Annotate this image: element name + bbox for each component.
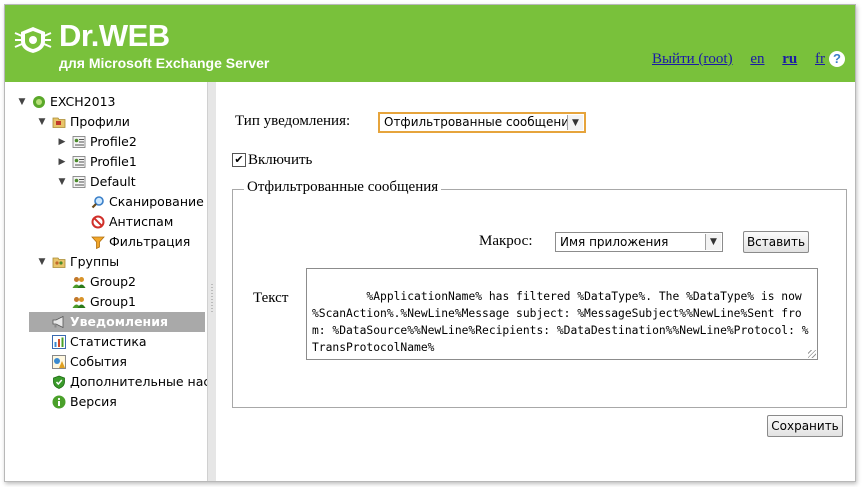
server-icon <box>33 96 45 108</box>
tree-item-profile2[interactable]: ▶ Profile2 <box>5 132 205 152</box>
tree-item-profile1[interactable]: ▶ Profile1 <box>5 152 205 172</box>
notification-type-value: Отфильтрованные сообщения <box>384 115 577 129</box>
sidebar-tree: ▼ EXCH2013 ▼ Профили ▶ Profile2 ▶ Profil… <box>5 82 218 481</box>
tree-item-notifications[interactable]: Уведомления <box>29 312 205 332</box>
tree-item-scanning[interactable]: Сканирование <box>5 192 205 212</box>
filtered-messages-group: Отфильтрованные сообщения Макрос: Имя пр… <box>232 179 847 408</box>
folder-icon <box>52 117 66 128</box>
group-icon <box>72 297 86 308</box>
statistics-icon <box>52 335 66 349</box>
tree-item-label: Дополнительные наст <box>70 374 218 389</box>
enable-label: Включить <box>248 152 313 168</box>
tree-item-label: Группы <box>70 254 120 269</box>
sidebar-splitter[interactable] <box>207 82 216 481</box>
splitter-grip-icon[interactable] <box>211 284 213 314</box>
tree-item-antispam[interactable]: Антиспам <box>5 212 205 232</box>
tree-item-group1[interactable]: Group1 <box>5 292 205 312</box>
tree-item-label: События <box>70 354 127 369</box>
logout-link[interactable]: Выйти (root) <box>652 51 733 67</box>
tree-item-label: Group2 <box>90 274 137 289</box>
notifications-panel: Тип уведомления: Отфильтрованные сообщен… <box>216 82 855 481</box>
tree-item-groups[interactable]: ▼ Группы <box>5 252 205 272</box>
header-bar: Dr.WEB для Microsoft Exchange Server Вый… <box>5 5 855 82</box>
tree-item-label: Версия <box>70 394 117 409</box>
macro-select[interactable]: Имя приложения ▼ <box>555 232 723 252</box>
shield-icon <box>53 375 65 389</box>
groups-folder-icon <box>52 257 66 268</box>
scan-icon <box>91 196 104 209</box>
tree-item-label: Сканирование <box>109 194 204 209</box>
brand-title: Dr.WEB <box>59 18 170 53</box>
profile-icon <box>72 156 86 168</box>
profile-icon <box>72 136 86 148</box>
message-text-area[interactable]: %ApplicationName% has filtered %DataType… <box>306 268 818 360</box>
group-legend: Отфильтрованные сообщения <box>244 179 442 196</box>
expand-arrow-icon[interactable]: ▼ <box>17 92 27 112</box>
tree-item-label: Group1 <box>90 294 137 309</box>
filter-icon <box>91 236 105 249</box>
header-links: Выйти (root) en ru fr <box>638 51 825 68</box>
tree-item-label: Статистика <box>70 334 147 349</box>
macro-label: Макрос: <box>479 233 533 249</box>
resize-handle-icon[interactable] <box>808 350 816 358</box>
tree-item-label: Антиспам <box>109 214 174 229</box>
antispam-icon <box>91 215 105 229</box>
lang-fr-link[interactable]: fr <box>815 51 825 67</box>
lang-ru-link[interactable]: ru <box>782 51 797 67</box>
notification-type-select[interactable]: Отфильтрованные сообщения ▼ <box>378 112 586 133</box>
expand-arrow-icon[interactable]: ▼ <box>57 172 67 192</box>
enable-checkbox[interactable]: ✔ <box>232 153 246 167</box>
tree-item-version[interactable]: Версия <box>5 392 205 412</box>
notification-type-label: Тип уведомления: <box>235 113 351 129</box>
tree-item-additional-settings[interactable]: Дополнительные наст <box>5 372 218 392</box>
expand-arrow-icon[interactable]: ▶ <box>57 152 67 172</box>
insert-button[interactable]: Вставить <box>743 231 809 253</box>
tree-item-label: EXCH2013 <box>50 94 116 109</box>
profile-icon <box>72 176 86 188</box>
help-icon[interactable]: ? <box>829 51 845 67</box>
tree-item-events[interactable]: События <box>5 352 205 372</box>
tree-item-label: Profile1 <box>90 154 137 169</box>
macro-value: Имя приложения <box>560 235 669 249</box>
text-label: Текст <box>253 290 289 306</box>
message-text-value: %ApplicationName% has filtered %DataType… <box>312 290 809 354</box>
app-window: Dr.WEB для Microsoft Exchange Server Вый… <box>4 4 856 482</box>
tree-item-group2[interactable]: Group2 <box>5 272 205 292</box>
tree-item-label: Profile2 <box>90 134 137 149</box>
tree-item-label: Default <box>90 174 136 189</box>
chevron-down-icon[interactable]: ▼ <box>567 115 583 130</box>
info-icon <box>52 395 66 409</box>
events-icon <box>52 355 66 369</box>
brand-subtitle: для Microsoft Exchange Server <box>59 55 270 71</box>
lang-en-link[interactable]: en <box>750 51 764 67</box>
tree-item-statistics[interactable]: Статистика <box>5 332 205 352</box>
save-button[interactable]: Сохранить <box>767 415 843 437</box>
tree-item-default[interactable]: ▼ Default <box>5 172 205 192</box>
megaphone-icon <box>52 315 64 329</box>
tree-item-profiles[interactable]: ▼ Профили <box>5 112 205 132</box>
tree-item-label: Уведомления <box>70 314 168 329</box>
tree-item-label: Фильтрация <box>109 234 191 249</box>
chevron-down-icon[interactable]: ▼ <box>705 234 721 250</box>
expand-arrow-icon[interactable]: ▶ <box>57 132 67 152</box>
group-icon <box>72 277 86 288</box>
tree-item-label: Профили <box>70 114 130 129</box>
expand-arrow-icon[interactable]: ▼ <box>37 252 47 272</box>
drweb-spider-logo-icon <box>14 27 52 53</box>
tree-item-exch2013[interactable]: ▼ EXCH2013 <box>5 92 205 112</box>
tree-item-filtering[interactable]: Фильтрация <box>5 232 205 252</box>
expand-arrow-icon[interactable]: ▼ <box>37 112 47 132</box>
